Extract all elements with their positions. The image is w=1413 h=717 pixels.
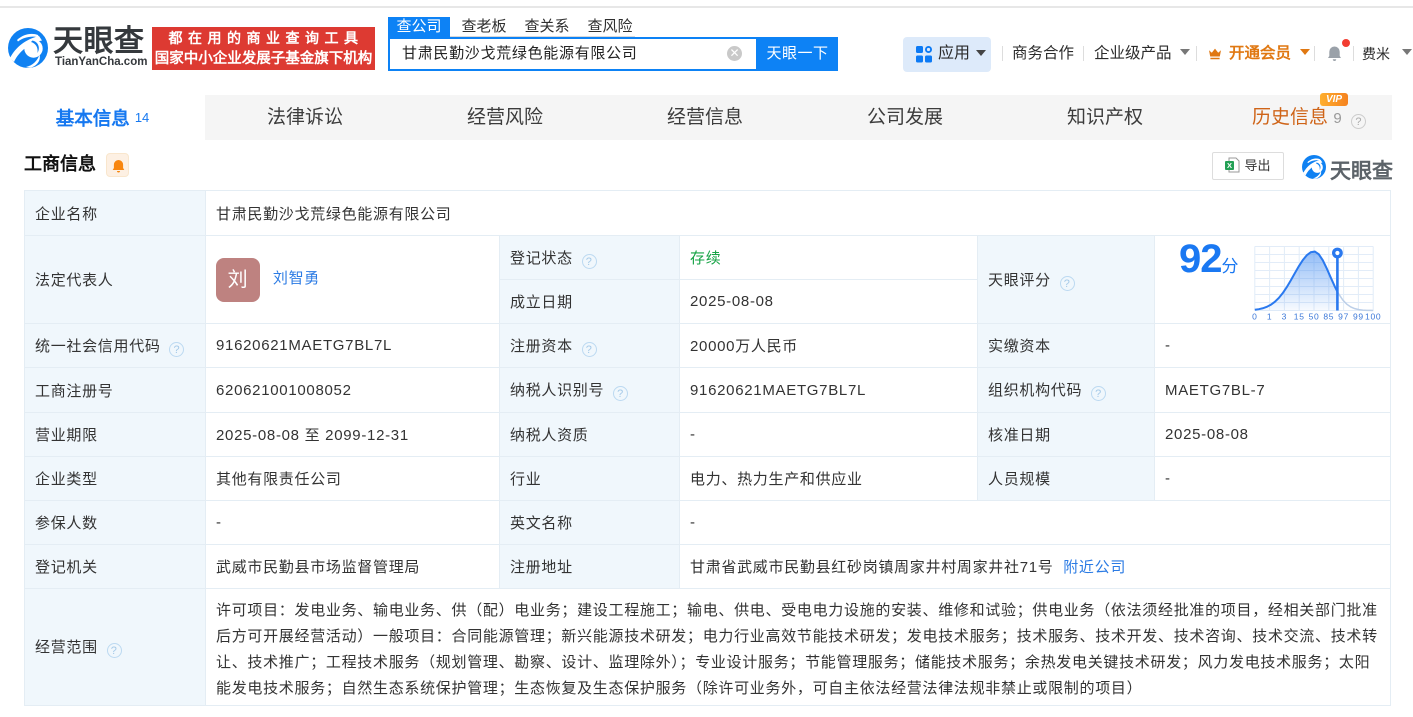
svg-text:97: 97 <box>1338 311 1349 321</box>
svg-text:1: 1 <box>1267 311 1272 321</box>
svg-text:100: 100 <box>1365 311 1381 321</box>
svg-text:0: 0 <box>1252 311 1257 321</box>
svg-text:99: 99 <box>1353 311 1364 321</box>
svg-text:3: 3 <box>1282 311 1287 321</box>
svg-text:85: 85 <box>1323 311 1334 321</box>
svg-text:50: 50 <box>1309 311 1320 321</box>
svg-text:X: X <box>1227 161 1232 170</box>
svg-text:15: 15 <box>1294 311 1305 321</box>
